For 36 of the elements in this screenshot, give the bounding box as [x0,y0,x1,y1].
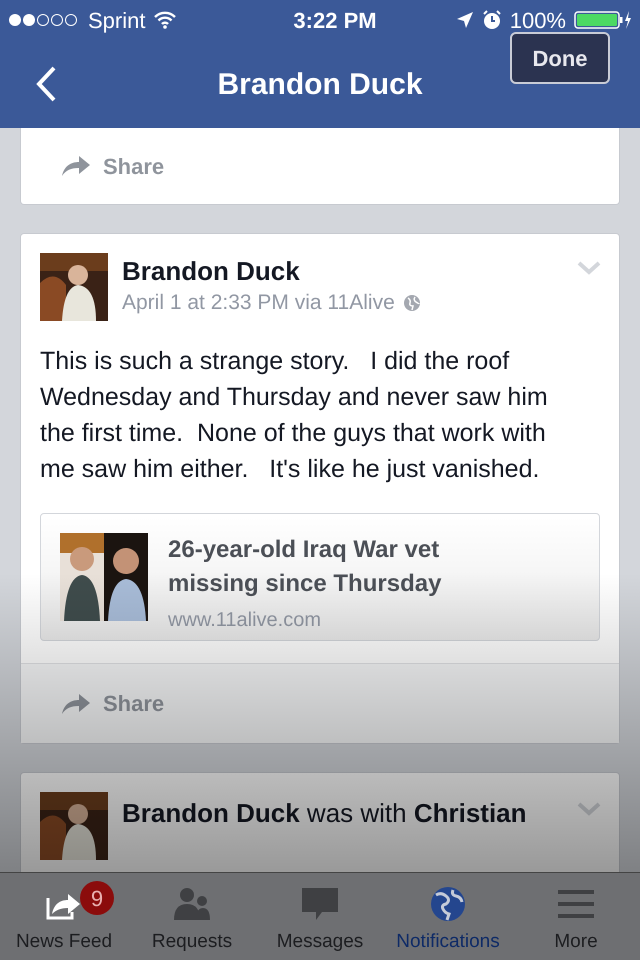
chevron-down-icon [577,260,601,276]
share-button[interactable]: Share [21,663,619,743]
link-preview-card[interactable]: 26-year-old Iraq War vet missing since Thursday www.11alive.com [40,513,600,641]
tab-button[interactable]: More [512,873,640,960]
tab-button[interactable]: Requests [128,873,256,960]
carrier-name: Sprint [88,6,146,35]
done-button[interactable]: Done [510,32,610,84]
link-title: 26-year-old Iraq War vet missing since Thursday [168,535,442,599]
author-name[interactable]: Brandon Duck [122,255,421,287]
battery-percent: 100% [510,6,566,34]
wifi-icon [153,11,178,29]
share-button[interactable]: Share [21,128,619,204]
share-arrow-icon [61,692,91,716]
options-chevron-button[interactable] [577,801,601,817]
tab-button[interactable]: Notifications [384,873,512,960]
signal-icon [8,13,80,27]
location-arrow-icon [456,11,474,29]
tab-button[interactable]: Messages [256,873,384,960]
notification-badge: 9 [80,881,114,915]
people-icon [172,886,212,922]
speech-bubble-icon [300,886,340,922]
post-text: This is such a strange story. I did the roof Wednesday and Thursday and never saw him the first time. None of the guys that work with me saw him either. It's like he just vanished. [40,346,549,485]
link-url: www.11alive.com [168,608,322,633]
back-chevron-icon [35,66,57,102]
status-time: 3:22 PM [292,6,378,34]
chevron-down-icon [577,801,601,817]
charging-battery-icon [574,10,632,30]
globe-icon [402,294,421,312]
options-chevron-button[interactable] [577,260,601,276]
post-meta: April 1 at 2:33 PM via 11Alive [122,290,395,316]
share-arrow-icon [61,154,91,178]
alarm-clock-icon [482,10,502,30]
story-headline: Brandon Duck was with Christian [122,797,528,830]
tab-button[interactable]: News Feed 9 [0,873,128,960]
globe-icon [428,886,468,922]
page-title: Brandon Duck [217,66,423,102]
